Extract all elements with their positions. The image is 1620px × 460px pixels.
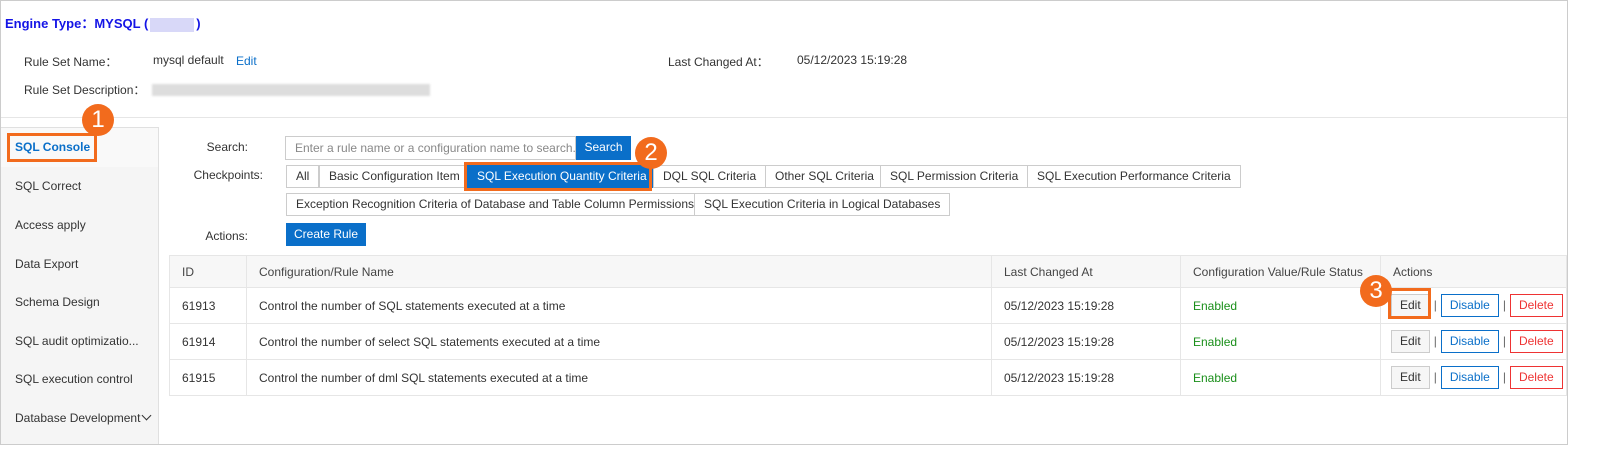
edit-rule-set-link[interactable]: Edit [236,54,257,68]
divider [1,117,1567,118]
disable-button[interactable]: Disable [1440,366,1499,389]
table-row: 61915 Control the number of dml SQL stat… [169,359,1567,396]
rule-name: Control the number of select SQL stateme… [246,323,992,360]
paren: ) [196,16,201,31]
col-name: Configuration/Rule Name [246,255,992,288]
rule-changed: 05/12/2023 15:19:28 [991,323,1181,360]
sidebar-item-sql-execution-control[interactable]: SQL execution control [1,360,158,399]
search-input[interactable]: Enter a rule name or a configuration nam… [285,136,576,160]
search-label: Search: [206,140,248,154]
separator: | [1433,297,1437,312]
edit-button[interactable]: Edit [1391,330,1430,353]
rule-changed: 05/12/2023 15:19:28 [991,359,1181,396]
table-header: ID Configuration/Rule Name Last Changed … [169,255,1567,288]
engine-label: Engine Type： [5,16,95,31]
search-button[interactable]: Search [576,136,631,160]
checkpoint-other-sql[interactable]: Other SQL Criteria [765,165,884,188]
edit-button[interactable]: Edit [1391,366,1430,389]
redacted-version [150,17,195,32]
table-row: 61914 Control the number of select SQL s… [169,323,1567,360]
sidebar-item-sql-correct[interactable]: SQL Correct [1,167,158,206]
disable-button[interactable]: Disable [1440,330,1499,353]
checkpoints-label: Checkpoints: [193,168,263,182]
rule-name: Control the number of SQL statements exe… [246,287,992,324]
separator: | [1502,369,1506,384]
paren: ( [143,16,149,31]
rules-table: ID Configuration/Rule Name Last Changed … [169,255,1567,396]
actions-label: Actions: [205,229,248,243]
rule-status: Enabled [1180,359,1381,396]
disable-button[interactable]: Disable [1440,294,1499,317]
delete-button[interactable]: Delete [1509,330,1563,353]
callout-highlight [464,162,652,191]
checkpoint-basic-configuration[interactable]: Basic Configuration Item [319,165,470,188]
rule-name: Control the number of dml SQL statements… [246,359,992,396]
last-changed-value: 05/12/2023 15:19:28 [797,53,908,67]
checkpoint-all[interactable]: All [286,165,320,188]
create-rule-button[interactable]: Create Rule [286,223,366,246]
last-changed-label: Last Changed At： [668,55,769,69]
rule-set-name-label: Rule Set Name： [24,55,118,69]
col-actions: Actions [1380,255,1567,288]
callout-highlight [7,133,97,162]
separator: | [1433,333,1437,348]
redacted-description [152,84,430,96]
rule-status: Enabled [1180,287,1381,324]
separator: | [1433,369,1437,384]
sidebar-item-sql-audit[interactable]: SQL audit optimizatio... [1,322,158,361]
description-label: Rule Set Description： [24,83,146,97]
rule-changed: 05/12/2023 15:19:28 [991,287,1181,324]
checkpoint-dql-sql[interactable]: DQL SQL Criteria [653,165,767,188]
delete-button[interactable]: Delete [1509,366,1563,389]
callout-highlight [1388,288,1431,319]
checkpoint-sql-execution-performance[interactable]: SQL Execution Performance Criteria [1027,165,1241,188]
sidebar-item-label: Database Development [15,411,141,425]
separator: | [1502,297,1506,312]
row-actions: Edit | Disable | Delete [1380,323,1567,360]
separator: | [1502,333,1506,348]
col-changed: Last Changed At [991,255,1181,288]
sidebar-item-access-apply[interactable]: Access apply [1,206,158,245]
callout-badge-3: 3 [1360,275,1392,307]
engine-value: MYSQL [94,16,141,31]
chevron-down-icon [141,410,152,421]
col-id: ID [169,255,247,288]
delete-button[interactable]: Delete [1509,294,1563,317]
sidebar-item-database-development[interactable]: Database Development [1,399,158,438]
sidebar-item-schema-design[interactable]: Schema Design [1,283,158,322]
sidebar-item-data-export[interactable]: Data Export [1,245,158,284]
rule-id: 61915 [169,359,247,396]
callout-badge-1: 1 [82,104,114,136]
table-row: 61913 Control the number of SQL statemen… [169,287,1567,324]
rule-set-name: mysql default [153,53,224,67]
sidebar: SQL Console SQL Correct Access apply Dat… [1,127,159,444]
rule-id: 61914 [169,323,247,360]
callout-badge-2: 2 [635,137,667,169]
checkpoint-logical-databases[interactable]: SQL Execution Criteria in Logical Databa… [694,193,951,216]
engine-type-title: Engine Type：MYSQL () [5,13,201,32]
checkpoint-exception-recognition[interactable]: Exception Recognition Criteria of Databa… [286,193,704,216]
col-status: Configuration Value/Rule Status [1180,255,1381,288]
checkpoint-sql-permission[interactable]: SQL Permission Criteria [880,165,1029,188]
rule-status: Enabled [1180,323,1381,360]
row-actions: Edit | Disable | Delete [1380,359,1567,396]
rule-id: 61913 [169,287,247,324]
